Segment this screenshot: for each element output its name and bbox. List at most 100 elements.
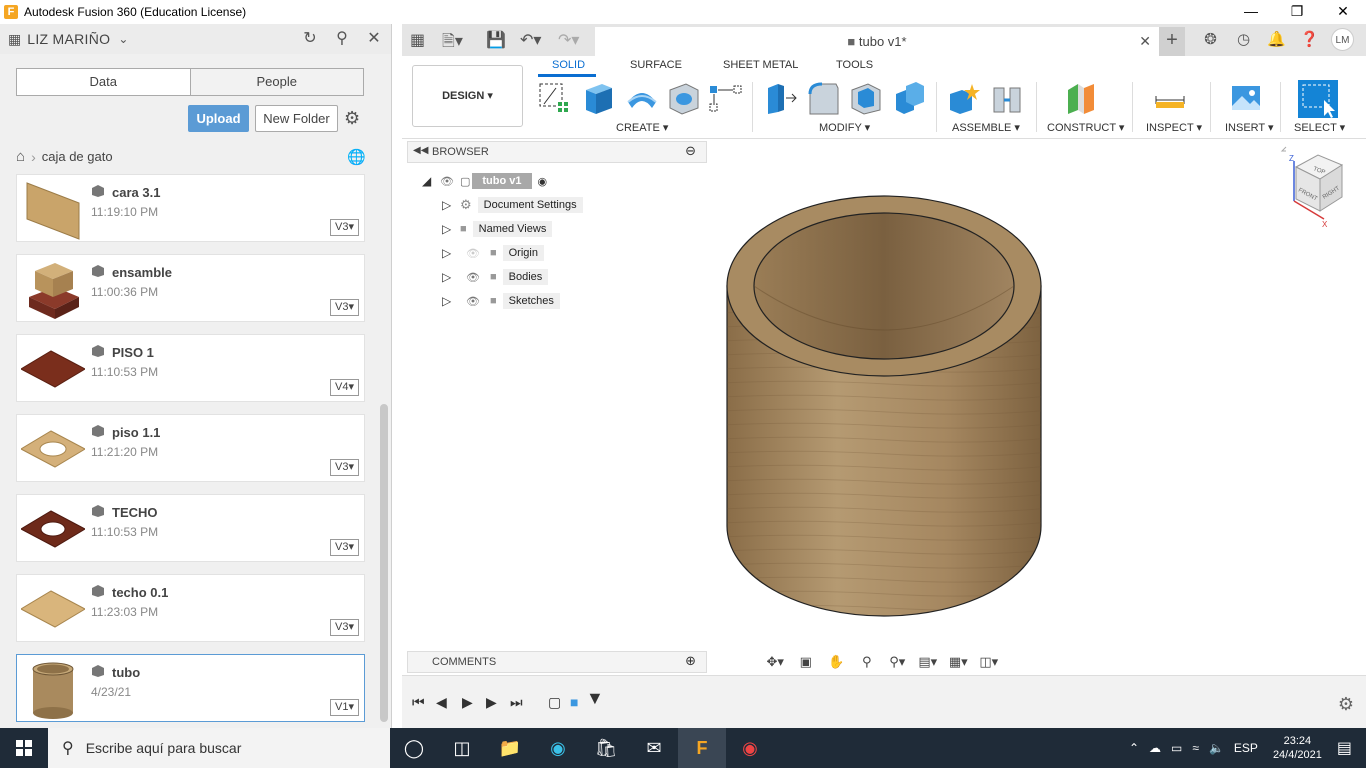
canvas-viewport[interactable]: ◀◀ BROWSER ⊖ ◢ 👁 ▢ tubo v1 ◉ ▷ ⚙ Documen… bbox=[402, 139, 1366, 675]
gear-icon[interactable]: ⚙ bbox=[344, 108, 360, 129]
insert-menu[interactable]: INSERT ▾ bbox=[1225, 121, 1274, 134]
insert-image-icon[interactable] bbox=[1228, 80, 1264, 116]
chrome-icon[interactable]: ◉ bbox=[726, 728, 774, 768]
modify-menu[interactable]: MODIFY ▾ bbox=[819, 121, 870, 134]
upload-button[interactable]: Upload bbox=[188, 105, 249, 132]
file-card[interactable]: ensamble 11:00:36 PM V3▾ bbox=[16, 254, 365, 322]
tab-data[interactable]: Data bbox=[17, 69, 190, 95]
grid-icon[interactable]: ▦▾ bbox=[946, 654, 971, 670]
file-explorer-icon[interactable]: 📁 bbox=[486, 728, 534, 768]
close-tab-icon[interactable]: ✕ bbox=[1139, 27, 1151, 56]
undo-icon[interactable]: ↶▾ bbox=[520, 30, 541, 50]
version-badge[interactable]: V3▾ bbox=[330, 219, 359, 236]
fillet-icon[interactable] bbox=[806, 80, 842, 116]
version-badge[interactable]: V3▾ bbox=[330, 459, 359, 476]
minus-icon[interactable]: ⊖ bbox=[685, 143, 696, 159]
breadcrumb-folder[interactable]: caja de gato bbox=[42, 149, 113, 164]
globe-icon[interactable]: 🌐 bbox=[347, 148, 366, 166]
timeline-settings-gear-icon[interactable]: ⚙ bbox=[1338, 694, 1354, 715]
taskbar-clock[interactable]: 23:24 24/4/2021 bbox=[1273, 734, 1322, 762]
expand-arrow-icon[interactable]: ▷ bbox=[442, 270, 454, 284]
apps-grid-icon[interactable]: ▦ bbox=[410, 30, 425, 50]
battery-icon[interactable]: ▭ bbox=[1171, 741, 1182, 755]
version-badge[interactable]: V3▾ bbox=[330, 299, 359, 316]
tree-item-origin[interactable]: ▷ 👁 ■ Origin bbox=[442, 243, 544, 263]
tab-tools[interactable]: TOOLS bbox=[836, 59, 873, 71]
microsoft-store-icon[interactable]: 🛍 bbox=[582, 728, 630, 768]
redo-icon[interactable]: ↷▾ bbox=[558, 30, 579, 50]
eye-icon[interactable]: 👁 bbox=[440, 175, 454, 188]
press-pull-icon[interactable] bbox=[762, 80, 798, 116]
tab-surface[interactable]: SURFACE bbox=[630, 59, 682, 71]
tree-item-sketches[interactable]: ▷ 👁 ■ Sketches bbox=[442, 291, 560, 311]
wifi-icon[interactable]: ≈ bbox=[1192, 741, 1199, 755]
language-indicator[interactable]: ESP bbox=[1234, 741, 1258, 755]
version-badge[interactable]: V4▾ bbox=[330, 379, 359, 396]
construct-menu[interactable]: CONSTRUCT ▾ bbox=[1047, 121, 1124, 134]
file-card[interactable]: PISO 1 11:10:53 PM V4▾ bbox=[16, 334, 365, 402]
inspect-menu[interactable]: INSPECT ▾ bbox=[1146, 121, 1202, 134]
tab-solid[interactable]: SOLID bbox=[552, 59, 585, 71]
extensions-icon[interactable]: ❂ bbox=[1199, 28, 1222, 51]
expand-arrow-icon[interactable]: ▷ bbox=[442, 222, 454, 236]
tree-item-named-views[interactable]: ▷ ■ Named Views bbox=[442, 219, 553, 239]
select-menu[interactable]: SELECT ▾ bbox=[1294, 121, 1345, 134]
chevron-up-icon[interactable]: ⌃ bbox=[1129, 741, 1139, 755]
select-icon[interactable] bbox=[1298, 80, 1338, 118]
collapse-arrow-icon[interactable]: ◢ bbox=[422, 174, 434, 188]
onedrive-cloud-icon[interactable]: ☁ bbox=[1149, 741, 1161, 755]
notifications-bell-icon[interactable]: 🔔 bbox=[1265, 28, 1288, 51]
eye-icon[interactable]: 👁 bbox=[466, 295, 480, 308]
version-badge[interactable]: V1▾ bbox=[330, 699, 359, 716]
timeline-marker-icon[interactable]: ▼ bbox=[586, 688, 604, 709]
offset-plane-icon[interactable] bbox=[1064, 80, 1100, 116]
expand-arrow-icon[interactable]: ▷ bbox=[442, 246, 454, 260]
tree-item-bodies[interactable]: ▷ 👁 ■ Bodies bbox=[442, 267, 549, 287]
search-icon[interactable]: ⚲ bbox=[331, 28, 353, 50]
timeline-start-icon[interactable]: ⏮ bbox=[412, 694, 425, 711]
file-card-selected[interactable]: tubo 4/23/21 V1▾ bbox=[16, 654, 365, 722]
notification-center-icon[interactable]: ▤ bbox=[1337, 738, 1352, 758]
viewports-icon[interactable]: ◫▾ bbox=[977, 654, 1002, 670]
eye-icon[interactable]: 👁 bbox=[466, 271, 480, 284]
create-menu[interactable]: CREATE ▾ bbox=[616, 121, 668, 134]
version-badge[interactable]: V3▾ bbox=[330, 619, 359, 636]
project-grid-icon[interactable]: ▦ bbox=[8, 31, 21, 48]
pan-hand-icon[interactable]: ✋ bbox=[824, 654, 849, 670]
maximize-button[interactable]: ❐ bbox=[1274, 0, 1320, 24]
new-folder-button[interactable]: New Folder bbox=[255, 105, 338, 132]
add-comment-icon[interactable]: ⊕ bbox=[685, 653, 696, 669]
fusion360-taskbar-icon[interactable]: F bbox=[678, 728, 726, 768]
workspace-switcher[interactable]: DESIGN ▾ bbox=[412, 65, 523, 127]
view-cube[interactable]: TOP FRONT RIGHT Z X bbox=[1278, 141, 1364, 231]
file-card[interactable]: techo 0.1 11:23:03 PM V3▾ bbox=[16, 574, 365, 642]
document-tab[interactable]: ■ tubo v1* ✕ bbox=[595, 27, 1159, 56]
joint-icon[interactable] bbox=[990, 80, 1026, 116]
timeline-end-icon[interactable]: ⏭ bbox=[510, 694, 523, 711]
timeline-extrude-feature-icon[interactable]: ■ bbox=[570, 694, 578, 710]
fit-zoom-icon[interactable]: ⚲▾ bbox=[885, 654, 910, 670]
scrollbar[interactable] bbox=[380, 404, 388, 722]
refresh-icon[interactable]: ↻ bbox=[299, 28, 321, 50]
version-badge[interactable]: V3▾ bbox=[330, 539, 359, 556]
windows-start-button[interactable] bbox=[0, 728, 48, 768]
close-button[interactable]: ✕ bbox=[1320, 0, 1366, 24]
tree-item-document-settings[interactable]: ▷ ⚙ Document Settings bbox=[442, 195, 583, 215]
help-icon[interactable]: ❓ bbox=[1298, 28, 1321, 51]
create-sketch-icon[interactable] bbox=[536, 80, 572, 116]
look-at-icon[interactable]: ▣ bbox=[794, 654, 819, 670]
timeline-prev-icon[interactable]: ◀ bbox=[436, 694, 447, 711]
avatar[interactable]: LM bbox=[1331, 28, 1354, 51]
new-tab-button[interactable]: + bbox=[1159, 27, 1185, 56]
combine-icon[interactable] bbox=[892, 80, 928, 116]
user-name[interactable]: LIZ MARIÑO bbox=[27, 31, 110, 47]
tube-3d-model[interactable] bbox=[722, 194, 1052, 624]
orbit-icon[interactable]: ✥▾ bbox=[763, 654, 788, 670]
home-icon[interactable]: ⌂ bbox=[16, 148, 25, 165]
file-card[interactable]: cara 3.1 11:19:10 PM V3▾ bbox=[16, 174, 365, 242]
edge-browser-icon[interactable]: ◉ bbox=[534, 728, 582, 768]
assemble-menu[interactable]: ASSEMBLE ▾ bbox=[952, 121, 1020, 134]
taskbar-search-input[interactable]: ⚲ Escribe aquí para buscar bbox=[48, 728, 390, 768]
job-status-icon[interactable]: ◷ bbox=[1232, 28, 1255, 51]
expand-arrow-icon[interactable]: ▷ bbox=[442, 294, 454, 308]
